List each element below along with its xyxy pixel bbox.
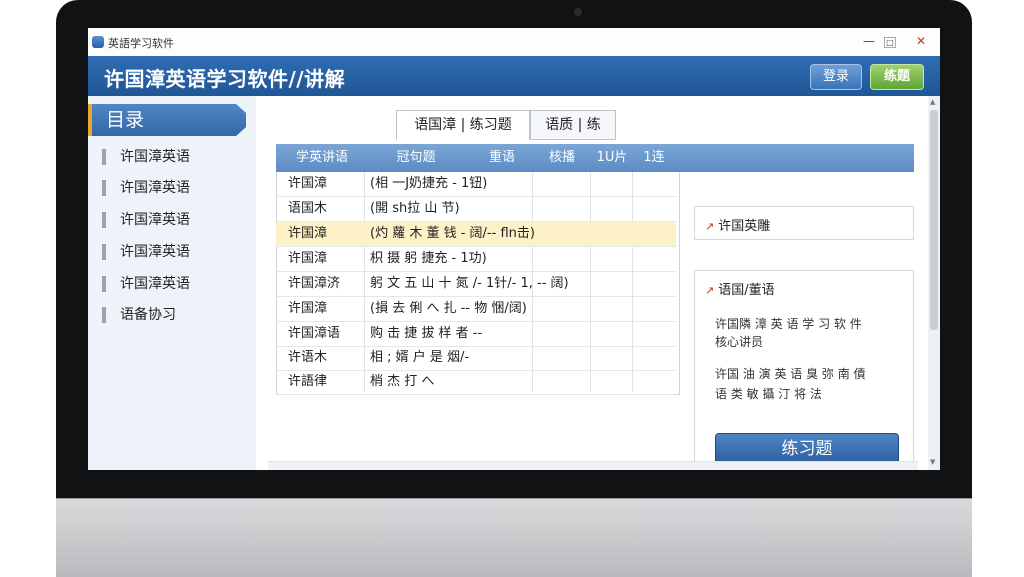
row-sentence: 梢 杰 打 へ: [370, 374, 435, 389]
column-header[interactable]: 冠句题: [366, 144, 466, 172]
row-sentence: 相 ; 婿 户 是 烟/-: [370, 350, 470, 365]
minimize-button[interactable]: —: [858, 32, 880, 50]
scroll-thumb[interactable]: [930, 110, 938, 330]
row-name: 许語律: [288, 374, 328, 389]
sidebar-item-label: 许国漳英语: [120, 180, 190, 196]
window-titlebar: 英語学习软件 — □ ✕: [88, 28, 940, 57]
row-sentence: 购 击 捷 拔 样 者 --: [370, 326, 483, 341]
row-name: 许语木: [288, 350, 328, 365]
row-sentence: (灼 蘿 木 董 钱 - 阔/-- fln击): [370, 226, 535, 241]
sidebar-item-5[interactable]: 许国漳英语: [102, 273, 242, 295]
bullet-bar-icon: [102, 180, 106, 196]
sidebar-item-3[interactable]: 许国漳英语: [102, 209, 242, 231]
column-header[interactable]: 学英讲语: [282, 144, 362, 172]
bullet-bar-icon: [102, 212, 106, 228]
row-name: 许国漳济: [288, 276, 341, 291]
card-title-text: 语国/董语: [718, 283, 775, 298]
sidebar-item-label: 许国漳英语: [120, 276, 190, 292]
table-row[interactable]: 许国漳 (損 去 俐 へ 扎 -- 物 悃/阔): [276, 297, 676, 322]
main-content: 语国漳 | 练习题 语质 | 练 学英讲语 冠句题 重语 核播 1U片 1连 许…: [256, 96, 940, 470]
card-title-text: 许国英雕: [718, 219, 771, 234]
sidebar-item-label: 语备协习: [120, 307, 176, 323]
maximize-button[interactable]: □: [884, 37, 896, 48]
card-line: 许国隣 漳 英 语 学 习 软 件: [715, 317, 862, 331]
row-sentence: 躬 文 五 山 十 氮 /- 1针/- 1, -- 阔): [370, 276, 569, 291]
close-button[interactable]: ✕: [910, 32, 932, 50]
column-header[interactable]: 重语: [470, 144, 534, 172]
sidebar-item-1[interactable]: 许国漳英语: [102, 146, 242, 168]
row-name: 许国漳: [288, 176, 328, 191]
bullet-bar-icon: [102, 244, 106, 260]
row-name: 许国漳: [288, 301, 328, 316]
card-title: ↗ 许国英雕: [705, 215, 770, 234]
scroll-up-icon[interactable]: ▲: [930, 98, 935, 106]
sidebar-item-6[interactable]: 语备协习: [102, 304, 242, 326]
row-sentence: 枳 摄 躬 捷充 - 1功): [370, 251, 487, 266]
row-sentence: (損 去 俐 へ 扎 -- 物 悃/阔): [370, 301, 527, 316]
card-line: 语 类 敏 攝 汀 将 法: [715, 387, 822, 401]
sidebar: 目录 许国漳英语 许国漳英语 许国漳英语 许国漳英语 许国漳英语 语备协习: [88, 96, 257, 470]
bullet-bar-icon: [102, 149, 106, 165]
arrow-icon: ↗: [705, 284, 715, 297]
sidebar-item-2[interactable]: 许国漳英语: [102, 177, 242, 199]
arrow-icon: ↗: [705, 220, 715, 233]
sidebar-item-label: 许国漳英语: [120, 149, 190, 165]
app-title: 许国漳英语学习软件//讲解: [104, 67, 346, 91]
row-name: 语国木: [288, 201, 328, 216]
row-name: 许国漳: [288, 251, 328, 266]
window-title: 英語学习软件: [108, 37, 174, 50]
sidebar-item-4[interactable]: 许国漳英语: [102, 241, 242, 263]
row-sentence: (開 sh拉 山 节): [370, 201, 460, 216]
sidebar-item-label: 许国漳英语: [120, 244, 190, 260]
app-window: 英語学习软件 — □ ✕ 许国漳英语学习软件//讲解 登录 练题 目录 许国漳英…: [88, 28, 940, 470]
scroll-down-icon[interactable]: ▼: [930, 458, 935, 466]
grid-header: 学英讲语 冠句题 重语 核播 1U片 1连: [276, 144, 914, 172]
table-row[interactable]: 许国漳济 躬 文 五 山 十 氮 /- 1针/- 1, -- 阔): [276, 272, 676, 297]
bullet-bar-icon: [102, 307, 106, 323]
card-line: 核心讲员: [715, 335, 764, 349]
info-card-main: ↗ 语国/董语 许国隣 漳 英 语 学 习 软 件 核心讲员 许国 油 演 英 语…: [694, 270, 914, 470]
vertical-scrollbar[interactable]: ▲ ▼: [928, 96, 940, 470]
table-row[interactable]: 许語律 梢 杰 打 へ: [276, 370, 676, 395]
card-title: ↗ 语国/董语: [705, 279, 775, 298]
row-name: 许国漳: [288, 226, 328, 241]
card-line: 许国 油 演 英 语 臭 弥 南 債: [715, 367, 866, 381]
sidebar-item-label: 许国漳英语: [120, 212, 190, 228]
row-sentence: (相 一J奶捷充 - 1钮): [370, 176, 488, 191]
app-icon: [92, 36, 104, 48]
monitor-chin: [56, 498, 972, 577]
table-row[interactable]: 许国漳 枳 摄 躬 捷充 - 1功): [276, 247, 676, 272]
tab-practice[interactable]: 语国漳 | 练习题: [396, 110, 530, 140]
practice-header-button[interactable]: 练题: [870, 64, 924, 90]
column-header[interactable]: 1连: [634, 144, 674, 172]
column-header[interactable]: 1U片: [592, 144, 632, 172]
webcam: [574, 8, 582, 16]
bullet-bar-icon: [102, 276, 106, 292]
status-strip: [268, 461, 918, 470]
login-button[interactable]: 登录: [810, 64, 862, 90]
app-header: 许国漳英语学习软件//讲解 登录 练题: [88, 56, 940, 96]
table-row[interactable]: 语国木 (開 sh拉 山 节): [276, 197, 676, 222]
info-card-top: ↗ 许国英雕: [694, 206, 914, 240]
row-name: 许国漳语: [288, 326, 341, 341]
toc-heading: 目录: [88, 104, 246, 136]
tab-quality[interactable]: 语质 | 练: [530, 110, 616, 140]
table-row[interactable]: 许语木 相 ; 婿 户 是 烟/-: [276, 346, 676, 371]
table-row-highlighted[interactable]: 许国漳 (灼 蘿 木 董 钱 - 阔/-- fln击): [276, 222, 676, 247]
table-row[interactable]: 许国漳语 购 击 捷 拔 样 者 --: [276, 322, 676, 347]
table-row[interactable]: 许国漳 (相 一J奶捷充 - 1钮): [276, 172, 676, 197]
column-header[interactable]: 核播: [534, 144, 590, 172]
